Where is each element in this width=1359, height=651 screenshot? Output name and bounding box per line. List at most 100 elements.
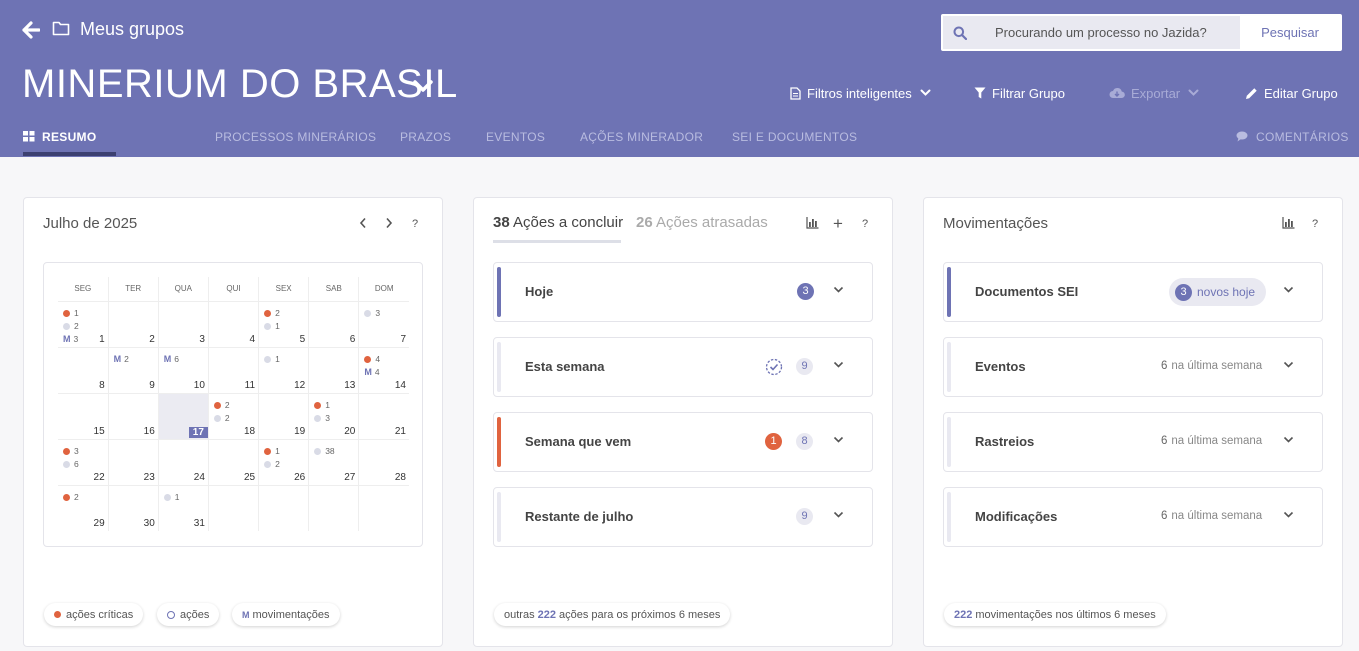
calendar-day[interactable]: 2 2 18 <box>208 393 260 440</box>
back-arrow-icon[interactable] <box>22 18 40 42</box>
weekday-header: SEX <box>258 277 310 302</box>
calendar-day[interactable]: 215 <box>258 301 310 348</box>
marker-count: 3 <box>74 445 79 456</box>
bar-chart-icon[interactable] <box>1282 217 1295 229</box>
movement-row-documentos[interactable]: Documentos SEI 3 novos hoje <box>943 262 1323 322</box>
legend-critical-label: ações críticas <box>66 608 134 621</box>
tab-acoes-concluir[interactable]: 38 Ações a concluir <box>493 214 623 231</box>
day-markers: 12 <box>264 445 280 471</box>
day-marker: 2 <box>63 320 79 333</box>
calendar-day[interactable]: 30 <box>108 485 159 531</box>
last-week-count: 6 na última semana <box>1161 360 1262 372</box>
calendar-day[interactable]: 24 <box>158 439 209 486</box>
calendar-day[interactable]: 6 <box>308 301 360 348</box>
help-icon[interactable]: ? <box>1312 218 1318 230</box>
chevron-right-icon[interactable] <box>385 217 393 229</box>
legend-actions-label: ações <box>180 608 210 621</box>
row-label: Eventos <box>975 359 1026 374</box>
calendar-day[interactable]: 4 M 4 14 <box>358 347 409 394</box>
calendar-day[interactable]: M 6 10 <box>158 347 209 394</box>
tab-acoes-atrasadas[interactable]: 26 Ações atrasadas <box>636 214 768 231</box>
calendar-day[interactable]: 4 <box>208 301 260 348</box>
calendar-day[interactable]: 28 <box>358 439 409 486</box>
day-markers: 3 <box>364 307 380 320</box>
movement-row-rastreios[interactable]: Rastreios 6 na última semana <box>943 412 1323 472</box>
day-markers: 12M3 <box>63 307 79 346</box>
filter-group-button[interactable]: Filtrar Grupo <box>974 84 1065 102</box>
calendar-day[interactable]: 17 <box>158 393 209 440</box>
chevron-down-icon[interactable] <box>833 286 844 294</box>
movement-row-modificacoes[interactable]: Modificações 6 na última semana <box>943 487 1323 547</box>
calendar-day[interactable]: 37 <box>358 301 409 348</box>
chevron-down-icon[interactable] <box>1283 361 1294 369</box>
chevron-down-icon[interactable] <box>1283 286 1294 294</box>
tab-processos[interactable]: PROCESSOS MINERÁRIOS <box>215 130 376 144</box>
calendar-day[interactable]: 19 <box>258 393 310 440</box>
chevron-left-icon[interactable] <box>359 217 367 229</box>
day-number: 8 <box>99 379 105 391</box>
critical-dot-icon <box>63 493 70 501</box>
calendar-day[interactable]: 1 3 20 <box>308 393 360 440</box>
export-button[interactable]: Exportar <box>1109 84 1199 102</box>
chevron-down-icon[interactable] <box>412 78 434 94</box>
help-icon[interactable]: ? <box>412 218 418 230</box>
calendar-day[interactable]: 23 <box>108 439 159 486</box>
action-row-hoje[interactable]: Hoje 3 <box>493 262 873 322</box>
action-row-semana-que-vem[interactable]: Semana que vem 1 8 <box>493 412 873 472</box>
critical-dot-icon <box>213 401 221 409</box>
tab-prazos[interactable]: PRAZOS <box>400 130 451 144</box>
chevron-down-icon[interactable] <box>833 511 844 519</box>
help-icon[interactable]: ? <box>862 218 868 230</box>
calendar-day[interactable]: 3 <box>158 301 209 348</box>
calendar-day[interactable]: 16 <box>108 393 159 440</box>
chevron-down-icon[interactable] <box>833 361 844 369</box>
calendar-day[interactable]: 1 31 <box>158 485 209 531</box>
calendar-day[interactable]: M2 9 <box>108 347 159 394</box>
action-row-restante[interactable]: Restante de julho 9 <box>493 487 873 547</box>
row-accent-bar <box>947 267 951 317</box>
calendar-day[interactable]: 15 <box>58 393 109 440</box>
tab-sei[interactable]: SEI E DOCUMENTOS <box>732 130 857 144</box>
movement-row-eventos[interactable]: Eventos 6 na última semana <box>943 337 1323 397</box>
tab-resumo[interactable]: RESUMO <box>23 130 96 144</box>
tab-acoes[interactable]: AÇÕES MINERADOR <box>580 130 703 144</box>
marker-count: 4 <box>374 366 380 377</box>
smart-filters-button[interactable]: Filtros inteligentes <box>790 84 931 102</box>
calendar-day[interactable]: 38 27 <box>308 439 360 486</box>
add-button[interactable]: + <box>833 214 843 234</box>
day-marker: 2 <box>213 399 230 412</box>
calendar-day[interactable]: 1 12 <box>258 347 310 394</box>
day-number: 25 <box>243 471 256 483</box>
action-row-esta-semana[interactable]: Esta semana 9 <box>493 337 873 397</box>
edit-group-button[interactable]: Editar Grupo <box>1245 84 1338 102</box>
chevron-down-icon[interactable] <box>833 436 844 444</box>
calendar-day[interactable]: 21 <box>358 393 409 440</box>
calendar-day[interactable]: 12M31 <box>58 301 109 348</box>
day-marker: M6 <box>164 353 179 366</box>
bar-chart-icon[interactable] <box>806 217 819 229</box>
calendar-day[interactable]: 1 2 26 <box>258 439 310 486</box>
tab-resumo-label: RESUMO <box>42 130 97 144</box>
calendar-day[interactable]: 11 <box>208 347 260 394</box>
day-number: 14 <box>394 379 406 391</box>
my-groups-link[interactable]: Meus grupos <box>80 19 184 40</box>
chevron-down-icon[interactable] <box>1283 511 1294 519</box>
filter-group-label: Filtrar Grupo <box>992 85 1065 101</box>
calendar-day[interactable]: 8 <box>58 347 109 394</box>
row-accent-bar <box>947 492 951 542</box>
tab-comentarios[interactable]: COMENTÁRIOS <box>1236 130 1349 144</box>
calendar-day[interactable]: 13 <box>308 347 360 394</box>
search-button[interactable]: Pesquisar <box>1240 16 1340 49</box>
chevron-down-icon[interactable] <box>1283 436 1294 444</box>
day-number: 29 <box>93 518 105 529</box>
calendar-day[interactable]: 25 <box>208 439 260 486</box>
day-markers: 13 <box>314 399 330 425</box>
calendar-day[interactable]: 2 <box>108 301 159 348</box>
calendar-day[interactable]: 2 29 <box>58 485 109 531</box>
search-input[interactable] <box>977 16 1240 49</box>
row-accent-bar <box>497 492 501 542</box>
day-markers: M2 <box>114 353 129 366</box>
calendar-day[interactable]: 3 6 22 <box>58 439 109 486</box>
tab-eventos[interactable]: EVENTOS <box>486 130 545 144</box>
critical-dot-icon <box>63 447 70 455</box>
